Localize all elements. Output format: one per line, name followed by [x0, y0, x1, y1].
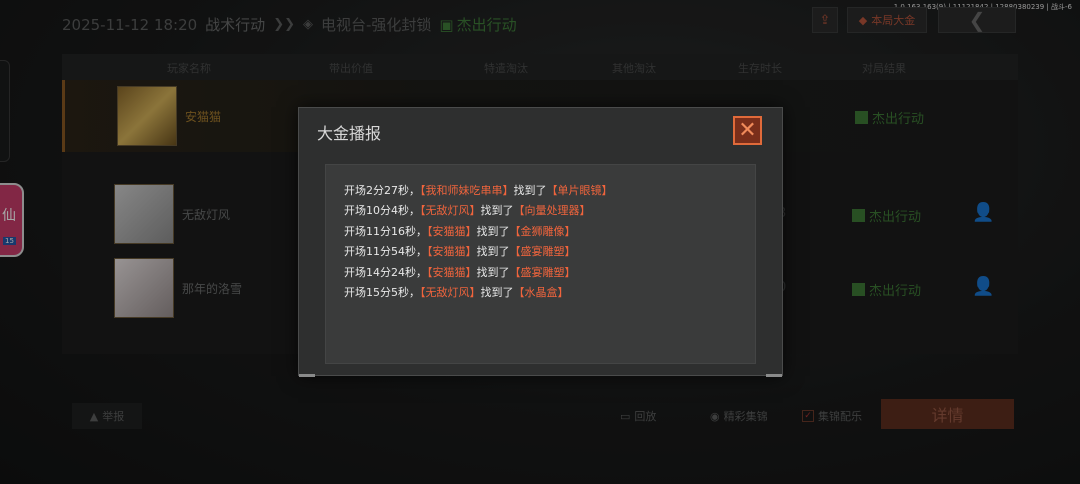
entry-player: 【安猫猫】	[427, 245, 477, 259]
entry-player: 【安猫猫】	[427, 224, 477, 238]
broadcast-entry: 开场11分16秒，【安猫猫】找到了【金狮雕像】	[344, 222, 613, 242]
entry-item: 【向量处理器】	[513, 204, 591, 218]
loot-broadcast-dialog: 大金播报 ✕ 开场2分27秒，【我和师妹吃串串】找到了【单片眼镜】 开场10分4秒…	[298, 107, 783, 377]
entry-time: 开场15分5秒，	[344, 285, 420, 299]
entry-verb: 找到了	[476, 224, 510, 238]
entry-verb: 找到了	[480, 285, 514, 299]
entry-item: 【盛宴雕塑】	[509, 265, 576, 279]
entry-verb: 找到了	[480, 204, 514, 218]
broadcast-entry: 开场11分54秒，【安猫猫】找到了【盛宴雕塑】	[344, 242, 613, 262]
entry-time: 开场11分54秒，	[344, 245, 427, 259]
entry-time: 开场14分24秒，	[344, 265, 427, 279]
dialog-title: 大金播报	[317, 124, 382, 143]
entry-verb: 找到了	[513, 184, 547, 197]
close-button[interactable]: ✕	[733, 116, 762, 145]
entry-time: 开场2分27秒，	[344, 184, 420, 197]
entry-time: 开场11分16秒，	[344, 224, 427, 238]
broadcast-entry: 开场10分4秒，【无敌灯风】找到了【向量处理器】	[344, 201, 613, 221]
broadcast-entry: 开场14分24秒，【安猫猫】找到了【盛宴雕塑】	[344, 263, 613, 283]
entry-player: 【安猫猫】	[427, 265, 477, 279]
broadcast-entry: 开场2分27秒，【我和师妹吃串串】找到了【单片眼镜】	[344, 181, 613, 201]
broadcast-list: 开场2分27秒，【我和师妹吃串串】找到了【单片眼镜】 开场10分4秒，【无敌灯风】…	[325, 164, 756, 364]
dialog-corner-right	[766, 374, 782, 377]
dialog-corner-left	[299, 374, 315, 377]
entry-player: 【无敌灯风】	[420, 204, 481, 218]
entry-verb: 找到了	[476, 245, 510, 259]
entry-item: 【单片眼镜】	[546, 184, 613, 197]
entry-player: 【我和师妹吃串串】	[420, 184, 514, 197]
close-icon: ✕	[738, 117, 757, 143]
entry-item: 【水晶盒】	[513, 285, 569, 299]
entry-verb: 找到了	[476, 265, 510, 279]
entry-item: 【金狮雕像】	[509, 224, 576, 238]
entry-time: 开场10分4秒，	[344, 204, 420, 218]
entry-item: 【盛宴雕塑】	[509, 245, 576, 259]
entry-player: 【无敌灯风】	[420, 285, 481, 299]
broadcast-entry: 开场15分5秒，【无敌灯风】找到了【水晶盒】	[344, 283, 613, 303]
